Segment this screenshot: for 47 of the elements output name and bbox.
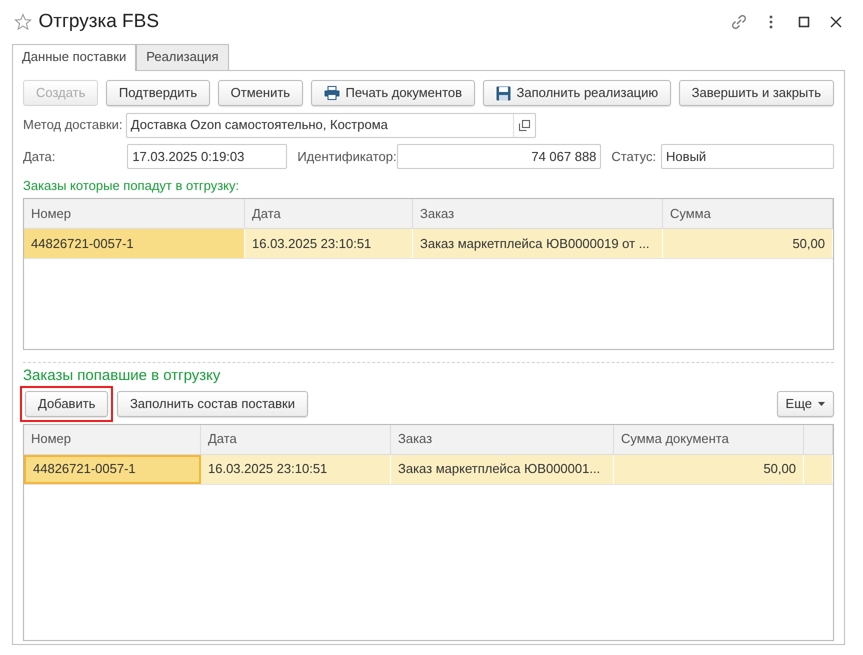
- star-icon[interactable]: [14, 13, 32, 31]
- table-cell: 16.03.2025 23:10:51: [245, 229, 413, 258]
- table-cell: 44826721-0057-1: [24, 454, 201, 484]
- delivery-method-field[interactable]: Доставка Ozon самостоятельно, Кострома: [126, 112, 536, 138]
- input-field[interactable]: Новый: [661, 144, 834, 169]
- column-header[interactable]: Номер: [24, 424, 201, 454]
- field-value: Доставка Ozon самостоятельно, Кострома: [130, 116, 389, 134]
- section-title: Заказы попавшие в отгрузку: [23, 366, 222, 386]
- table-cell: 44826721-0057-1: [24, 229, 245, 258]
- column-header[interactable]: Дата: [201, 424, 391, 454]
- table-cell: Заказ маркетплейса ЮВ000001...: [391, 454, 614, 484]
- section-title: Заказы которые попадут в отгрузку:: [23, 176, 240, 195]
- column-header[interactable]: Заказ: [391, 424, 614, 454]
- tab[interactable]: Данные поставки: [12, 44, 136, 71]
- field-value: 17.03.2025 0:19:03: [132, 148, 244, 166]
- field-label: Метод доставки:: [23, 116, 123, 134]
- column-header[interactable]: Номер: [24, 199, 245, 230]
- table-cell: 50,00: [663, 229, 833, 258]
- toolbar-button[interactable]: Отменить: [218, 80, 304, 106]
- field-label: Дата:: [23, 148, 56, 166]
- column-header[interactable]: Сумма: [663, 199, 833, 230]
- link-icon[interactable]: [730, 14, 746, 30]
- table-cell: 16.03.2025 23:10:51: [201, 454, 391, 484]
- toolbar-button[interactable]: Заполнить реализацию: [482, 80, 672, 106]
- printer-icon: [324, 86, 340, 100]
- field-value: Новый: [666, 148, 706, 166]
- table-cell: 50,00: [614, 454, 804, 484]
- open-window-icon[interactable]: [518, 120, 530, 130]
- input-field[interactable]: 74 067 888: [396, 144, 602, 169]
- close-icon[interactable]: [828, 14, 844, 30]
- caret-icon: [818, 402, 825, 406]
- field-label: Идентификатор:: [297, 148, 397, 166]
- window-title: Отгрузка FBS: [38, 10, 160, 34]
- button[interactable]: Добавить: [25, 391, 108, 417]
- tab[interactable]: Реализация: [136, 44, 229, 70]
- column-header[interactable]: Дата: [245, 199, 413, 230]
- field-value: 74 067 888: [531, 148, 596, 166]
- toolbar-button[interactable]: Подтвердить: [106, 80, 210, 106]
- field-label: Статус:: [611, 148, 658, 166]
- column-header[interactable]: Сумма документа: [614, 424, 804, 454]
- toolbar-button[interactable]: Завершить и закрыть: [678, 80, 834, 106]
- button[interactable]: Заполнить состав поставки: [116, 391, 308, 417]
- toolbar-button[interactable]: Печать документов: [310, 80, 476, 106]
- more-button[interactable]: Еще: [776, 391, 834, 417]
- input-field[interactable]: 17.03.2025 0:19:03: [127, 144, 288, 169]
- table-cell: Заказ маркетплейса ЮВ0000019 от ...: [413, 229, 663, 258]
- column-header[interactable]: Заказ: [413, 199, 663, 230]
